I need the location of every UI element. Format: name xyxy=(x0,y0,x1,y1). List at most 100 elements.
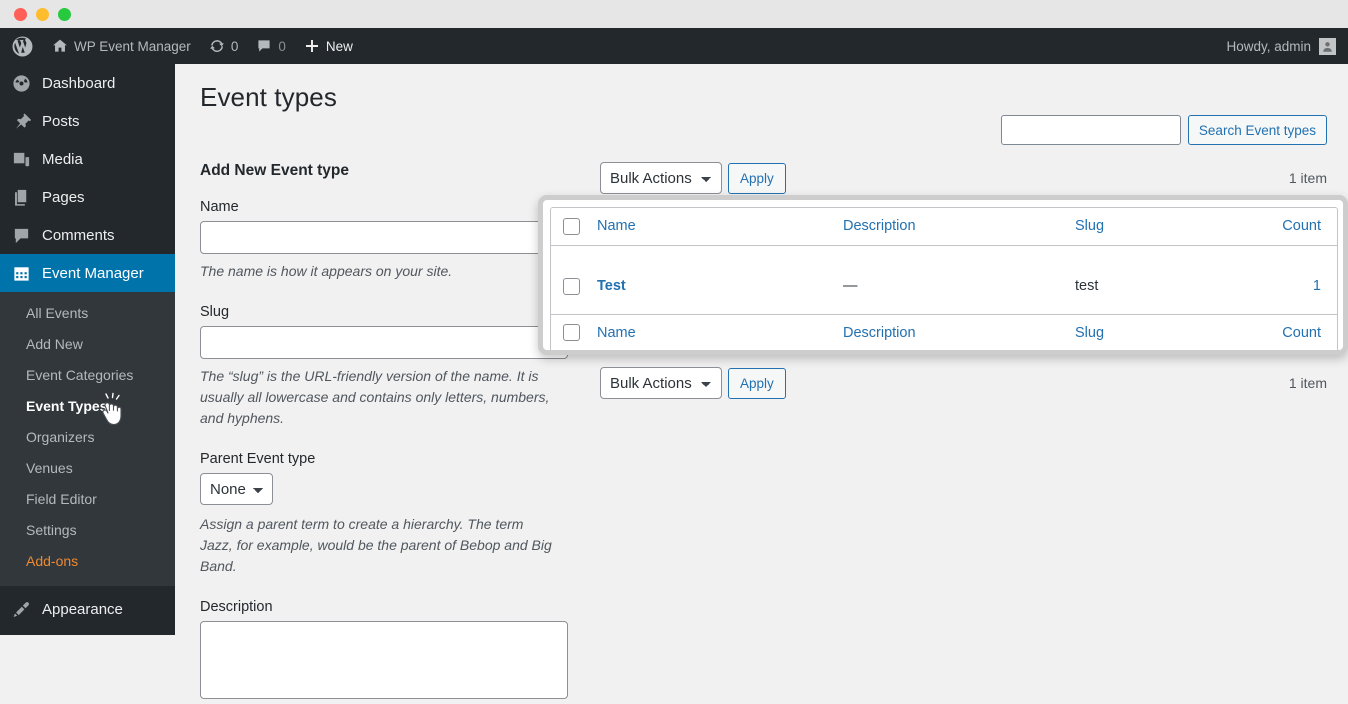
apply-button-bottom[interactable]: Apply xyxy=(728,367,786,399)
highlight-overlay: Name Description Slug Count Test — test … xyxy=(538,195,1348,355)
wp-admin-bar: WP Event Manager 0 0 New Howdy, admin xyxy=(0,28,1348,64)
select-all-checkbox-top[interactable] xyxy=(563,217,580,235)
row-name-link[interactable]: Test xyxy=(597,278,626,294)
sidebar-item-label: Media xyxy=(42,150,83,168)
row-checkbox[interactable] xyxy=(563,277,580,295)
item-count-bottom: 1 item xyxy=(1288,375,1327,391)
select-all-checkbox-bottom[interactable] xyxy=(563,324,580,342)
site-name-label: WP Event Manager xyxy=(74,38,191,54)
parent-event-type-help: Assign a parent term to create a hierarc… xyxy=(200,516,552,574)
page-title: Event types xyxy=(200,82,337,112)
submenu-item-all-events[interactable]: All Events xyxy=(0,298,175,329)
window-maximize-button[interactable] xyxy=(58,7,71,21)
description-field[interactable] xyxy=(200,621,568,699)
column-header-name[interactable]: Name xyxy=(597,208,843,245)
my-account-button[interactable]: Howdy, admin xyxy=(1226,37,1348,55)
sidebar-item-label: Dashboard xyxy=(42,74,116,92)
column-footer-description[interactable]: Description xyxy=(843,314,1075,350)
sidebar-primary-group: Dashboard Posts Media Pages Comments Eve… xyxy=(0,64,183,292)
submenu-item-organizers[interactable]: Organizers xyxy=(0,422,175,453)
window-minimize-button[interactable] xyxy=(36,7,49,21)
search-input[interactable] xyxy=(1000,115,1181,145)
pages-icon xyxy=(11,188,31,207)
dashboard-icon xyxy=(11,74,31,93)
submenu-item-venues[interactable]: Venues xyxy=(0,453,175,484)
select-all-header xyxy=(551,208,597,245)
window-titlebar xyxy=(0,0,1348,28)
apply-button-top[interactable]: Apply xyxy=(728,162,786,194)
sidebar-item-label: Appearance xyxy=(42,600,123,618)
item-count-top: 1 item xyxy=(1288,170,1327,186)
table-head: Name Description Slug Count xyxy=(551,208,1337,245)
row-count-link[interactable]: 1 xyxy=(1313,278,1321,294)
table-foot: Name Description Slug Count xyxy=(551,314,1337,350)
site-name-button[interactable]: WP Event Manager xyxy=(43,28,200,64)
search-form: Search Event types xyxy=(1000,115,1327,145)
sidebar-item-label: Pages xyxy=(42,188,85,206)
updates-count: 0 xyxy=(230,38,239,54)
appearance-brush-icon xyxy=(11,600,31,619)
search-event-types-button[interactable]: Search Event types xyxy=(1187,115,1327,145)
howdy-label: Howdy, admin xyxy=(1226,38,1311,54)
bulk-actions-select-top[interactable]: Bulk Actions xyxy=(600,162,722,194)
comments-button[interactable]: 0 xyxy=(247,28,295,64)
column-header-count[interactable]: Count xyxy=(1225,208,1337,245)
column-header-slug[interactable]: Slug xyxy=(1075,208,1225,245)
row-count-cell: 1 xyxy=(1225,245,1337,314)
submenu-item-event-categories[interactable]: Event Categories xyxy=(0,360,175,391)
comment-bubble-icon xyxy=(256,38,272,54)
column-footer-name[interactable]: Name xyxy=(597,314,843,350)
submenu-item-add-new[interactable]: Add New xyxy=(0,329,175,360)
tablenav-bottom: Bulk Actions Apply 1 item xyxy=(600,367,1327,399)
submenu-item-settings[interactable]: Settings xyxy=(0,515,175,546)
row-name-cell: Test xyxy=(597,245,843,314)
form-heading: Add New Event type xyxy=(200,162,349,179)
name-field-help: The name is how it appears on your site. xyxy=(200,263,453,279)
new-content-label: New xyxy=(325,38,353,54)
main-content: Event types Search Event types Add New E… xyxy=(175,64,1348,699)
sidebar-item-dashboard[interactable]: Dashboard xyxy=(0,64,175,102)
calendar-icon xyxy=(11,264,31,283)
sidebar-item-comments[interactable]: Comments xyxy=(0,216,175,254)
column-footer-count[interactable]: Count xyxy=(1225,314,1337,350)
sidebar-item-event-manager[interactable]: Event Manager xyxy=(0,254,183,292)
comments-count: 0 xyxy=(278,38,286,54)
tablenav-top: Bulk Actions Apply 1 item xyxy=(600,162,1327,194)
sidebar-item-label: Event Manager xyxy=(42,264,144,282)
new-content-button[interactable]: New xyxy=(295,28,362,64)
column-header-description[interactable]: Description xyxy=(843,208,1075,245)
table-footer-row: Name Description Slug Count xyxy=(551,314,1337,350)
event-types-table: Name Description Slug Count Test — test … xyxy=(550,207,1338,350)
submenu-item-add-ons[interactable]: Add-ons xyxy=(0,546,175,577)
parent-event-type-select[interactable]: None xyxy=(200,473,273,505)
parent-event-type-label: Parent Event type xyxy=(200,451,316,467)
slug-field-help: The “slug” is the URL-friendly version o… xyxy=(200,368,550,426)
submenu-item-event-types[interactable]: Event Types xyxy=(0,391,175,422)
admin-sidebar-menu: Dashboard Posts Media Pages Comments Eve… xyxy=(0,64,183,635)
bulk-actions-select-bottom[interactable]: Bulk Actions xyxy=(600,367,722,399)
table-body: Test — test 1 xyxy=(551,245,1337,314)
wordpress-logo-button[interactable] xyxy=(0,28,43,64)
column-footer-slug[interactable]: Slug xyxy=(1075,314,1225,350)
user-avatar-icon xyxy=(1319,37,1336,55)
slug-field[interactable] xyxy=(200,326,568,359)
table-header-row: Name Description Slug Count xyxy=(551,208,1337,245)
media-icon xyxy=(11,150,31,169)
sidebar-item-label: Posts xyxy=(42,112,80,130)
window-close-button[interactable] xyxy=(14,7,27,21)
plus-icon xyxy=(304,38,320,54)
row-slug-cell: test xyxy=(1075,277,1099,294)
pin-icon xyxy=(11,112,31,131)
updates-icon xyxy=(209,38,225,54)
sidebar-item-media[interactable]: Media xyxy=(0,140,175,178)
submenu-item-field-editor[interactable]: Field Editor xyxy=(0,484,175,515)
updates-button[interactable]: 0 xyxy=(200,28,248,64)
event-manager-submenu: All Events Add New Event Categories Even… xyxy=(0,292,175,586)
sidebar-item-posts[interactable]: Posts xyxy=(0,102,175,140)
name-field[interactable] xyxy=(200,221,568,254)
sidebar-item-appearance[interactable]: Appearance xyxy=(0,590,175,628)
sidebar-item-pages[interactable]: Pages xyxy=(0,178,175,216)
name-field-label: Name xyxy=(200,199,239,215)
table-row: Test — test 1 xyxy=(551,245,1337,314)
comment-icon xyxy=(11,226,31,245)
